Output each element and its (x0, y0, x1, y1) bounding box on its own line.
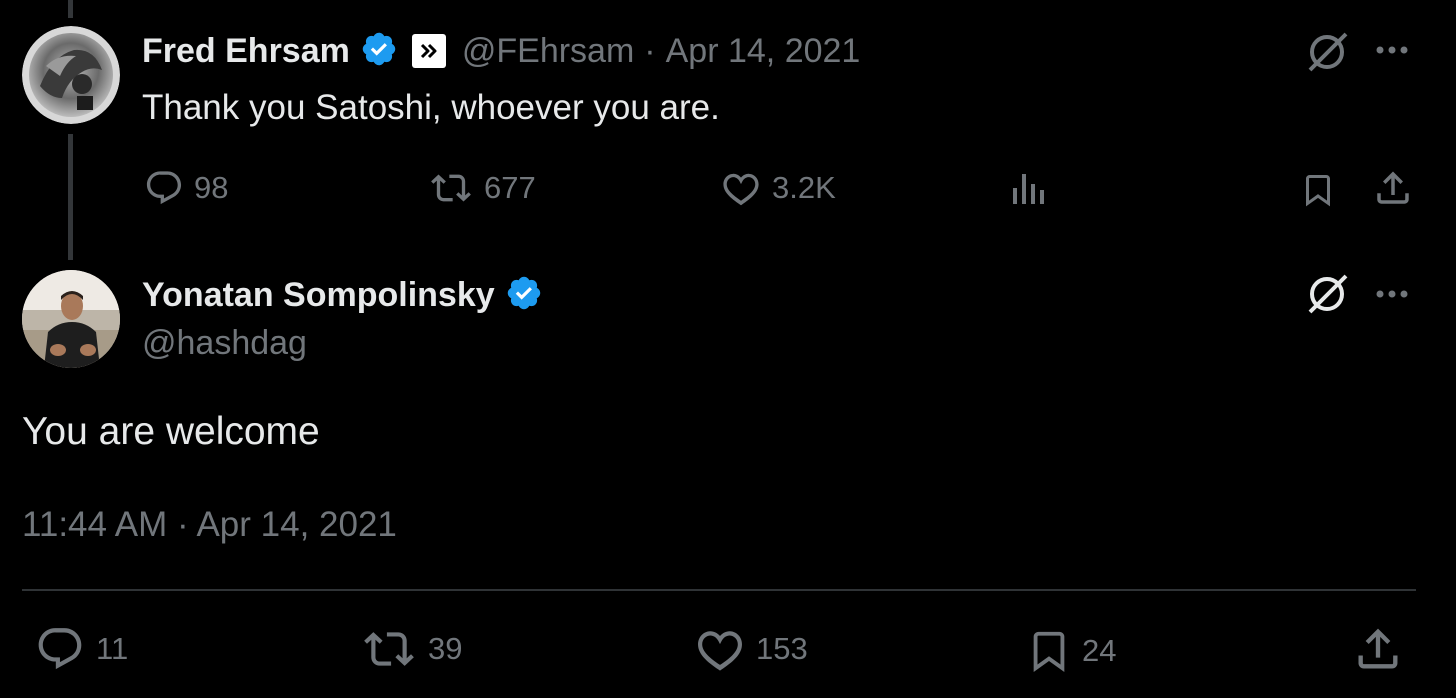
more-options-icon[interactable] (1374, 282, 1414, 311)
main-tweet-header: Yonatan Sompolinsky (142, 272, 543, 318)
reply-icon (144, 168, 184, 208)
main-retweet-button[interactable]: 39 (360, 624, 462, 674)
main-reply-button[interactable]: 11 (34, 624, 128, 674)
fast-forward-badge-icon (411, 34, 446, 68)
main-bookmark-button[interactable]: 24 (1026, 624, 1116, 678)
parent-reply-count: 98 (194, 170, 229, 205)
verified-badge-icon (505, 274, 543, 317)
parent-tweet-text: Thank you Satoshi, whoever you are. (142, 88, 720, 127)
reply-icon (34, 624, 86, 674)
parent-reply-button[interactable]: 98 (144, 168, 228, 208)
parent-like-button[interactable]: 3.2K (720, 168, 836, 208)
main-handle[interactable]: @hashdag (142, 324, 307, 363)
retweet-icon (428, 168, 474, 208)
main-like-button[interactable]: 153 (694, 624, 808, 674)
verified-badge-icon (360, 30, 398, 73)
parent-tweet-header: Fred Ehrsam @FEhrsam · Apr 14, 2021 (142, 28, 860, 74)
parent-display-name[interactable]: Fred Ehrsam (142, 32, 350, 71)
share-icon[interactable] (1352, 622, 1404, 681)
more-options-icon[interactable] (1374, 38, 1414, 67)
main-display-name[interactable]: Yonatan Sompolinsky (142, 276, 495, 315)
bookmark-icon (1026, 624, 1072, 678)
main-bookmark-count: 24 (1082, 633, 1117, 668)
grok-icon[interactable] (1304, 272, 1350, 321)
main-timestamp[interactable]: 11:44 AM · Apr 14, 2021 (22, 505, 397, 545)
parent-retweet-button[interactable]: 677 (428, 168, 536, 208)
thread-connector (68, 134, 73, 260)
parent-like-count: 3.2K (772, 170, 836, 205)
parent-handle[interactable]: @FEhrsam (462, 32, 634, 71)
views-icon[interactable] (1010, 170, 1046, 213)
divider (22, 589, 1416, 591)
parent-date[interactable]: Apr 14, 2021 (666, 32, 861, 71)
parent-retweet-count: 677 (484, 170, 536, 205)
thread-connector-top (68, 0, 73, 18)
bookmark-icon[interactable] (1300, 168, 1336, 217)
avatar-yonatan-sompolinsky[interactable] (22, 270, 120, 368)
grok-icon[interactable] (1304, 30, 1350, 79)
heart-icon (720, 168, 762, 208)
handle-date-separator: · (644, 31, 656, 70)
main-reply-count: 11 (96, 631, 129, 666)
share-icon[interactable] (1372, 166, 1414, 215)
main-retweet-count: 39 (428, 631, 463, 666)
heart-icon (694, 624, 746, 674)
main-like-count: 153 (756, 631, 808, 666)
retweet-icon (360, 624, 418, 674)
main-tweet-text: You are welcome (22, 410, 320, 453)
avatar-fred-ehrsam[interactable] (22, 26, 120, 124)
